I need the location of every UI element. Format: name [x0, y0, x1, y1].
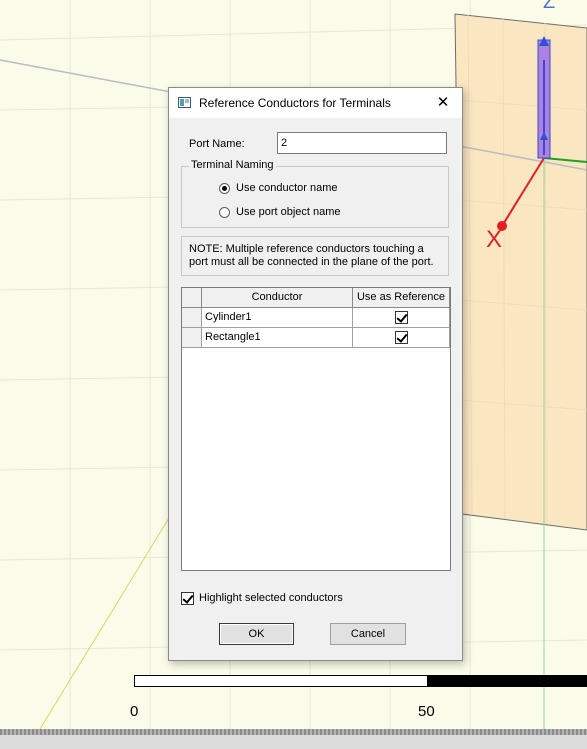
use-conductor-name-radio[interactable] [219, 183, 230, 194]
highlight-selected-checkbox[interactable] [181, 592, 194, 605]
reference-conductors-dialog: Reference Conductors for Terminals ✕ Por… [168, 87, 463, 661]
dialog-titlebar[interactable]: Reference Conductors for Terminals ✕ [169, 88, 462, 118]
terminal-naming-legend: Terminal Naming [189, 159, 276, 171]
port-name-field[interactable]: 2 [277, 132, 447, 154]
use-port-object-name-label[interactable]: Use port object name [236, 206, 341, 218]
conductor-name-cell: Cylinder1 [202, 308, 353, 328]
ok-button[interactable]: OK [219, 623, 294, 645]
dialog-app-icon [178, 97, 191, 108]
dialog-title: Reference Conductors for Terminals [199, 96, 391, 110]
row-header[interactable] [182, 328, 202, 348]
diagonal-line [39, 499, 181, 730]
scale-bar [134, 675, 587, 687]
terminal-naming-group: Terminal Naming Use conductor name Use p… [181, 159, 449, 228]
port-name-label: Port Name: [189, 138, 245, 150]
column-header-conductor[interactable]: Conductor [202, 288, 353, 308]
use-port-object-name-radio[interactable] [219, 207, 230, 218]
conductor-table[interactable]: Conductor Use as Reference Cylinder1 Rec… [181, 287, 451, 571]
scale-label-0: 0 [130, 703, 139, 720]
row-header[interactable] [182, 308, 202, 328]
use-conductor-name-label[interactable]: Use conductor name [236, 182, 338, 194]
x-axis-label: X [486, 226, 503, 253]
rectangle1-plane [454, 13, 587, 531]
close-icon[interactable]: ✕ [428, 91, 458, 115]
note-text: NOTE: Multiple reference conductors touc… [189, 243, 434, 268]
conductor-name-cell: Rectangle1 [202, 328, 353, 348]
corner-cell [182, 288, 202, 308]
note-box: NOTE: Multiple reference conductors touc… [181, 236, 449, 276]
use-as-reference-cell [353, 328, 450, 348]
scale-label-50: 50 [418, 703, 435, 720]
use-as-reference-checkbox[interactable] [395, 311, 408, 324]
highlight-selected-label[interactable]: Highlight selected conductors [199, 592, 343, 604]
column-header-use-as-reference[interactable]: Use as Reference [353, 288, 450, 308]
z-axis-label: Z [543, 0, 556, 13]
cancel-button[interactable]: Cancel [330, 623, 406, 645]
status-strip [0, 729, 587, 749]
use-as-reference-checkbox[interactable] [395, 331, 408, 344]
use-as-reference-cell [353, 308, 450, 328]
